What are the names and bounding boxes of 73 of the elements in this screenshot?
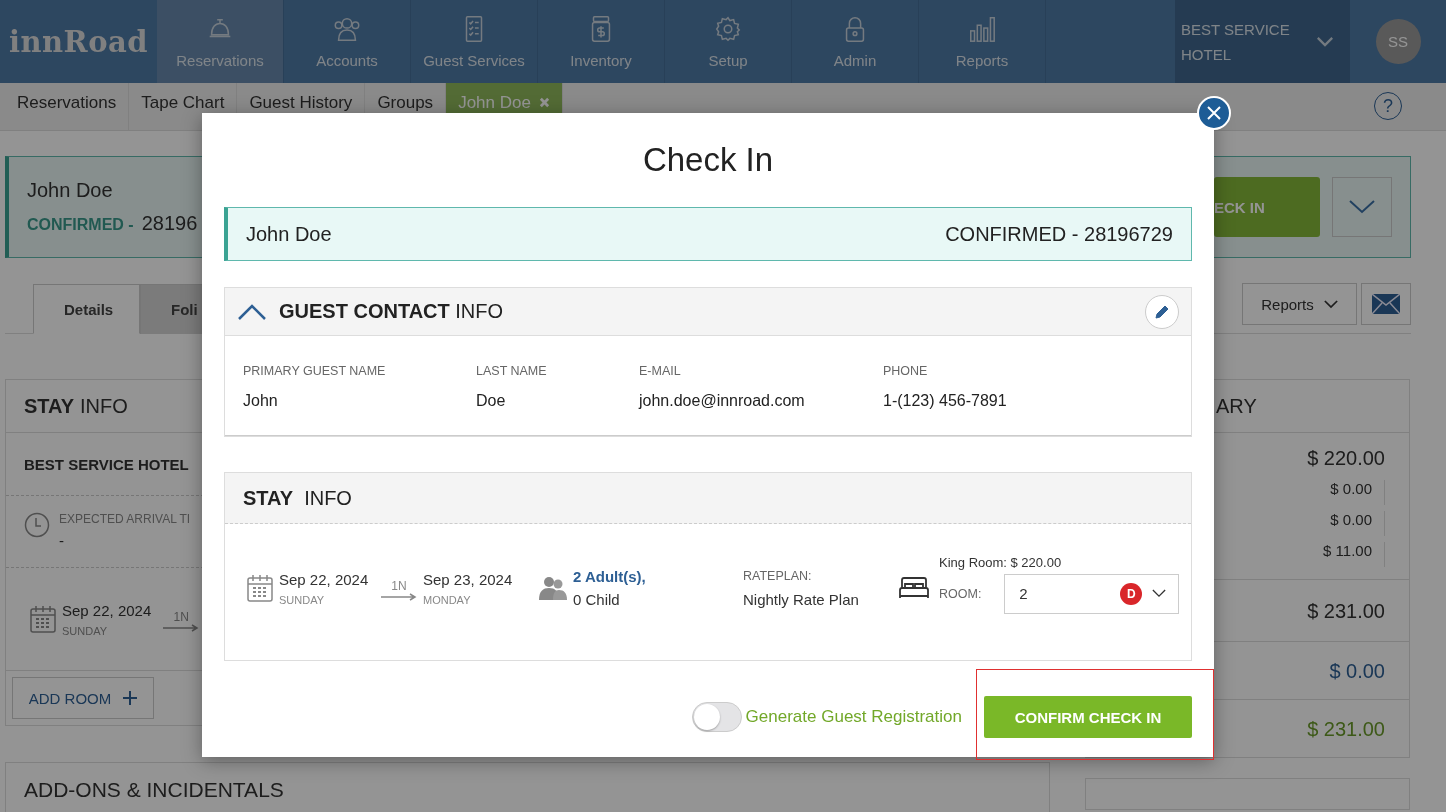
guest-name: John Doe [27, 179, 114, 202]
amount: $ 0.00 [1318, 511, 1385, 536]
reservation-status: CONFIRMED - 28196729 [945, 222, 1173, 246]
settings-icon [713, 14, 743, 44]
nights-count: 1N [173, 610, 189, 624]
adults-count[interactable]: 2 Adult(s), [573, 568, 743, 585]
sub-tab[interactable]: Reservations [5, 83, 130, 130]
field-value: - [59, 532, 65, 549]
panel-title: ADD-ONS & INCIDENTALS [6, 763, 1049, 812]
weekday: MONDAY [423, 593, 472, 606]
amount: $ 220.00 [1307, 447, 1385, 470]
rate-plan: Nightly Rate Plan [743, 590, 860, 608]
amount: $ 231.00 [1307, 599, 1385, 624]
arrow-icon [381, 593, 417, 601]
field-label: E-MAIL [639, 364, 682, 378]
amount: $ 0.00 [1318, 480, 1385, 505]
departure-date: Sep 23, 2024 [423, 570, 514, 588]
close-icon [1207, 106, 1221, 120]
field-label: LAST NAME [476, 364, 548, 378]
confirmation-number: 28196 [141, 212, 198, 235]
weekday: SUNDAY [62, 624, 109, 637]
chevron-down-icon [1348, 199, 1376, 215]
field-label: PHONE [883, 364, 929, 378]
edit-button[interactable] [1145, 294, 1179, 329]
arrow-icon [163, 624, 200, 632]
toggle-label: Generate Guest Registration [745, 707, 962, 727]
arrival-date: Sep 22, 2024 [279, 570, 370, 588]
add-room-button[interactable]: ADD ROOM [12, 677, 154, 719]
chevron-down-icon [1323, 299, 1338, 309]
panel-title: GUEST CONTACT INFO [279, 300, 504, 323]
user-avatar[interactable]: SS [1375, 19, 1421, 64]
nights-count: 1N [391, 579, 407, 593]
field-label: PRIMARY GUEST NAME [243, 364, 387, 378]
bar-chart-icon [967, 14, 997, 44]
weekday: SUNDAY [279, 593, 326, 606]
field-value: Doe [476, 392, 507, 410]
chevron-down-icon [1152, 589, 1167, 598]
field-value: John [243, 392, 279, 410]
amount: $ 11.00 [1311, 542, 1385, 567]
guest-name: John Doe [246, 222, 332, 246]
field-label: ROOM: [939, 586, 982, 601]
amount: $ 0.00 [1329, 659, 1385, 684]
field-value: john.doe@innroad.com [639, 392, 806, 410]
toggle-switch[interactable] [691, 702, 742, 732]
chevron-up-icon[interactable] [237, 302, 267, 321]
bed-icon [899, 577, 929, 599]
reservation-status: CONFIRMED - [27, 216, 134, 234]
people-icon [539, 576, 567, 600]
room-type-rate: King Room: $ 220.00 [939, 554, 1063, 570]
field-label: EXPECTED ARRIVAL TI [59, 512, 191, 526]
confirm-check-in-button[interactable]: CONFIRM CHECK IN [984, 696, 1192, 738]
clock-icon [24, 512, 50, 538]
chevron-down-icon [1316, 36, 1334, 47]
arrival-date: Sep 22, 2024 [62, 601, 152, 619]
pencil-icon [1154, 303, 1170, 320]
logo[interactable]: innRoad [0, 0, 157, 83]
amount: $ 231.00 [1307, 717, 1385, 742]
plus-icon [123, 691, 138, 705]
calendar-icon [30, 605, 56, 633]
field-label: RATEPLAN: [743, 568, 813, 583]
hotel-selector[interactable]: BEST SERVICE HOTEL [1175, 0, 1350, 83]
field-value: 1-(123) 456-7891 [883, 392, 1007, 410]
dialog-title: Check In [641, 140, 775, 180]
check-in-button[interactable]: ECK IN [1214, 177, 1320, 237]
room-status-badge: D [1120, 582, 1143, 605]
room-select[interactable]: 2 D [1004, 573, 1180, 614]
calendar-icon [247, 574, 273, 602]
reports-dropdown[interactable]: Reports [1242, 283, 1357, 325]
email-button[interactable] [1361, 283, 1411, 325]
envelope-icon [1372, 294, 1400, 314]
children-count: 0 Child [573, 591, 621, 608]
nav-tab[interactable]: Reservations [157, 0, 284, 83]
detail-tab[interactable]: Details [33, 284, 140, 334]
